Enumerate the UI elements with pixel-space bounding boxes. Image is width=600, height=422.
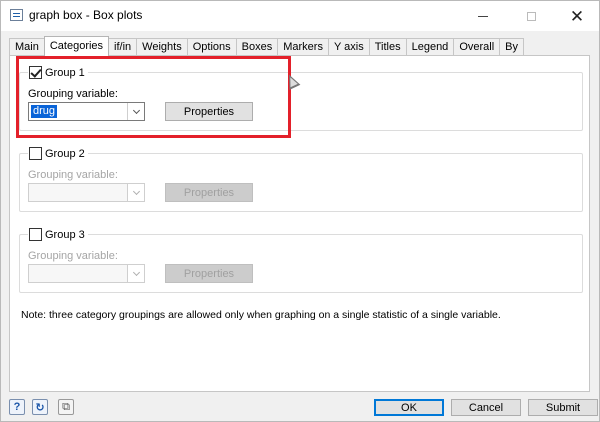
- group-3-title: Group 3: [45, 228, 85, 241]
- tab-boxes[interactable]: Boxes: [235, 38, 279, 56]
- group-3-variable-label: Grouping variable:: [28, 250, 118, 262]
- close-icon: ✕: [569, 6, 585, 26]
- tab-main[interactable]: Main: [9, 38, 45, 56]
- ok-button[interactable]: OK: [374, 399, 444, 416]
- group-3-variable-combo[interactable]: [28, 264, 145, 283]
- group-2-legend: Group 2: [28, 146, 88, 161]
- tab-if-in[interactable]: if/in: [108, 38, 138, 56]
- close-button[interactable]: ✕: [555, 1, 599, 31]
- maximize-icon: [526, 11, 536, 21]
- group-1-variable-label: Grouping variable:: [28, 88, 118, 100]
- window-title: graph box - Box plots: [29, 8, 143, 22]
- categories-note: Note: three category groupings are allow…: [21, 309, 501, 321]
- group-3-checkbox[interactable]: [29, 228, 42, 241]
- tab-markers[interactable]: Markers: [277, 38, 329, 56]
- group-1-dropdown-button[interactable]: [127, 103, 144, 120]
- group-3-legend: Group 3: [28, 227, 88, 242]
- cancel-button[interactable]: Cancel: [451, 399, 521, 416]
- help-icon[interactable]: ?: [9, 399, 25, 415]
- group-2-box: Group 2 Grouping variable: Properties: [19, 146, 583, 212]
- group-2-dropdown-button[interactable]: [127, 184, 144, 201]
- tab-options[interactable]: Options: [186, 38, 237, 56]
- app-icon: [10, 9, 23, 21]
- group-3-properties-button[interactable]: Properties: [165, 264, 253, 283]
- group-2-title: Group 2: [45, 147, 85, 160]
- copy-command-icon[interactable]: ⧉: [58, 399, 74, 415]
- group-3-dropdown-button[interactable]: [127, 265, 144, 282]
- tab-overall[interactable]: Overall: [453, 38, 501, 56]
- group-2-properties-button[interactable]: Properties: [165, 183, 253, 202]
- group-1-checkbox[interactable]: [29, 66, 42, 79]
- chevron-down-icon: [132, 268, 140, 276]
- maximize-button[interactable]: [509, 1, 553, 31]
- group-1-title: Group 1: [45, 66, 85, 79]
- tab-y-axis[interactable]: Y axis: [327, 38, 370, 56]
- reset-icon[interactable]: ↻: [32, 399, 48, 415]
- group-1-box: Group 1 Grouping variable: drug Properti…: [19, 65, 583, 131]
- minimize-button[interactable]: [461, 1, 505, 31]
- group-2-variable-label: Grouping variable:: [28, 169, 118, 181]
- tab-legend[interactable]: Legend: [405, 38, 455, 56]
- group-2-checkbox[interactable]: [29, 147, 42, 160]
- categories-panel: Group 1 Grouping variable: drug Properti…: [9, 55, 590, 392]
- tab-by[interactable]: By: [499, 38, 524, 56]
- minimize-icon: [478, 15, 488, 17]
- submit-button[interactable]: Submit: [528, 399, 598, 416]
- tab-titles[interactable]: Titles: [368, 38, 407, 56]
- tab-weights[interactable]: Weights: [136, 38, 188, 56]
- group-1-legend: Group 1: [28, 65, 88, 80]
- group-1-variable-combo[interactable]: drug: [28, 102, 145, 121]
- group-3-box: Group 3 Grouping variable: Properties: [19, 227, 583, 293]
- group-1-variable-value: drug: [31, 105, 58, 118]
- tab-categories[interactable]: Categories: [43, 36, 110, 56]
- group-2-variable-combo[interactable]: [28, 183, 145, 202]
- group-1-properties-button[interactable]: Properties: [165, 102, 253, 121]
- chevron-down-icon: [132, 106, 140, 114]
- tab-strip: Main Categories if/in Weights Options Bo…: [9, 36, 524, 56]
- title-bar: graph box - Box plots ✕: [1, 1, 599, 31]
- chevron-down-icon: [132, 187, 140, 195]
- dialog-window: graph box - Box plots ✕ Main Categories …: [0, 0, 600, 422]
